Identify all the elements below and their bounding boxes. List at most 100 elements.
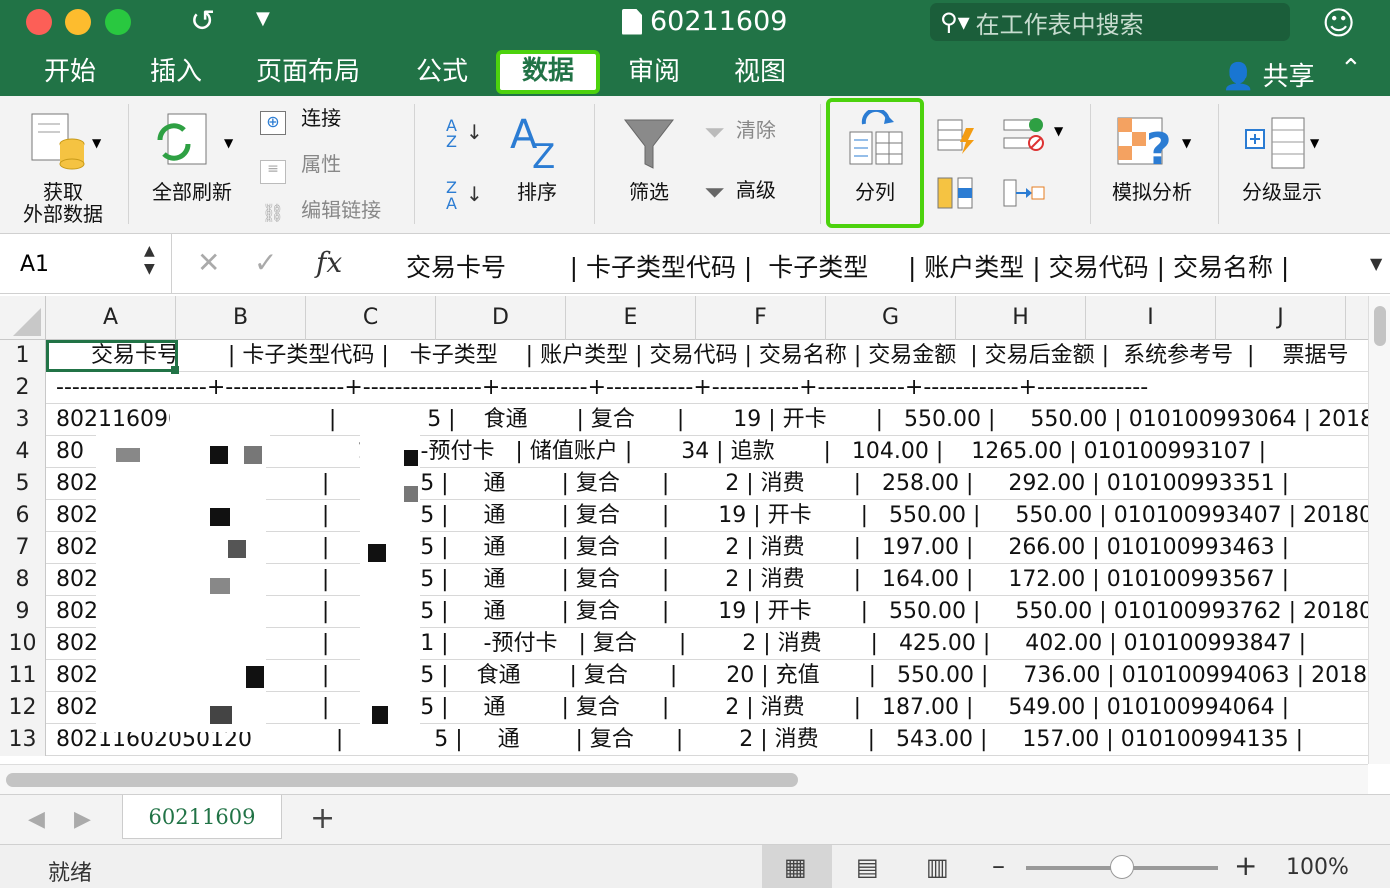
confirm-icon[interactable]: ✓ xyxy=(254,246,277,279)
connections-icon: ⊕ xyxy=(260,111,286,135)
advanced-filter-icon: ⏷ xyxy=(704,178,725,208)
document-title-text: 60211609 xyxy=(650,6,788,37)
connections-button[interactable]: ⊕ 连接 xyxy=(260,106,341,136)
properties-icon: ≡ xyxy=(260,160,286,184)
search-icon: ⚲▾ xyxy=(940,8,970,36)
search-placeholder: 在工作表中搜索 xyxy=(975,10,1144,39)
page-layout-view-icon[interactable]: ▤ xyxy=(856,853,879,881)
sheet-tab[interactable]: 60211609 xyxy=(122,795,282,839)
status-ready: 就绪 xyxy=(48,861,93,886)
edit-links-button[interactable]: ⛓ 编辑链接 xyxy=(260,198,382,228)
minimize-window-button[interactable] xyxy=(65,9,91,35)
share-label: 共享 xyxy=(1262,62,1315,92)
filter-button[interactable]: 筛选 xyxy=(614,110,684,210)
sort-button[interactable]: A Z 排序 xyxy=(502,110,572,210)
get-external-data-button[interactable]: ▼ 获取 外部数据 xyxy=(18,110,108,226)
ribbon-divider xyxy=(594,104,595,224)
undo-icon[interactable]: ↺ xyxy=(190,4,215,39)
data-validation-icon xyxy=(1003,118,1044,151)
flash-fill-button[interactable] xyxy=(936,118,976,154)
title-bar: ↺ ▼ 60211609 ⚲▾ 在工作表中搜索 ☺ xyxy=(0,0,1390,48)
cancel-icon[interactable]: ✕ xyxy=(197,246,220,279)
expand-formula-bar-icon[interactable]: ▼ xyxy=(1370,254,1382,273)
properties-button[interactable]: ≡ 属性 xyxy=(260,152,341,184)
maximize-window-button[interactable] xyxy=(105,9,131,35)
sheet-tab-bar: ◀ ▶ 60211609 + xyxy=(0,794,1390,844)
dropdown-arrow-icon: ▼ xyxy=(224,136,234,150)
share-button[interactable]: 👤 共享 xyxy=(1222,56,1315,93)
previous-sheet-icon[interactable]: ◀ xyxy=(28,807,45,832)
name-box-stepper-icon[interactable]: ▲ ▼ xyxy=(144,242,155,278)
filter-label: 筛选 xyxy=(629,180,669,204)
get-external-label-2: 外部数据 xyxy=(23,202,103,226)
clear-filter-icon: ⏷ xyxy=(704,118,725,148)
horizontal-scrollbar[interactable] xyxy=(0,764,1368,794)
refresh-all-label: 全部刷新 xyxy=(152,180,232,204)
insert-function-icon[interactable]: fx xyxy=(316,246,342,279)
name-box[interactable]: A1 ▲ ▼ xyxy=(0,234,172,294)
ribbon-divider xyxy=(414,104,415,224)
privacy-mosaic-overlay xyxy=(96,406,420,746)
dropdown-arrow-icon: ▼ xyxy=(1054,124,1064,138)
feedback-smiley-icon[interactable]: ☺ xyxy=(1322,4,1355,42)
vertical-scroll-thumb[interactable] xyxy=(1374,306,1386,346)
tab-insert[interactable]: 插入 xyxy=(150,56,202,92)
ribbon-divider xyxy=(1090,104,1091,224)
dropdown-arrow-icon: ▼ xyxy=(1182,136,1192,150)
outline-button[interactable]: ▼ 分级显示 xyxy=(1232,110,1332,210)
edit-links-icon: ⛓ xyxy=(261,203,285,224)
edit-links-label: 编辑链接 xyxy=(301,198,382,222)
formula-input[interactable]: 交易卡号 | 卡子类型代码 | 卡子类型 | 账户类型 | 交易代码 | 交易名… xyxy=(406,248,1289,284)
zoom-in-icon[interactable]: + xyxy=(1234,849,1257,882)
sort-az-icon: A Z xyxy=(510,112,555,172)
next-sheet-icon[interactable]: ▶ xyxy=(74,807,91,832)
advanced-label: 高级 xyxy=(735,178,776,202)
collapse-ribbon-icon[interactable]: ⌃ xyxy=(1340,54,1362,84)
data-validation-button[interactable]: ▼ xyxy=(1002,116,1066,152)
dropdown-arrow-icon: ▼ xyxy=(1310,136,1320,150)
clear-label: 清除 xyxy=(735,118,776,142)
text-to-columns-button[interactable]: 分列 xyxy=(826,98,924,228)
remove-duplicates-button[interactable] xyxy=(936,176,976,212)
zoom-level[interactable]: 100% xyxy=(1286,855,1349,880)
tab-home[interactable]: 开始 xyxy=(44,56,96,92)
text-to-columns-icon xyxy=(849,110,903,165)
zoom-slider-thumb[interactable] xyxy=(1110,855,1134,879)
page-break-view-icon[interactable]: ▥ xyxy=(926,853,949,881)
remove-duplicates-icon xyxy=(937,177,973,209)
refresh-all-button[interactable]: ▼ 全部刷新 xyxy=(142,110,242,210)
normal-view-button[interactable]: ▦ xyxy=(762,845,832,888)
horizontal-scroll-thumb[interactable] xyxy=(6,773,798,787)
sheet-search-input[interactable]: ⚲▾ 在工作表中搜索 xyxy=(930,3,1290,41)
sort-descending-button[interactable]: Z A ↓ xyxy=(446,180,486,220)
vertical-scrollbar[interactable] xyxy=(1368,296,1390,764)
consolidate-button[interactable] xyxy=(1002,176,1046,212)
sort-label: 排序 xyxy=(517,180,557,204)
add-sheet-icon[interactable]: + xyxy=(310,801,335,836)
zoom-out-icon[interactable]: – xyxy=(992,851,1005,881)
advanced-filter-button[interactable]: ⏷ 高级 xyxy=(704,178,776,208)
svg-text:Z: Z xyxy=(532,137,555,172)
outline-label: 分级显示 xyxy=(1242,180,1322,204)
tab-formulas[interactable]: 公式 xyxy=(416,56,468,92)
svg-text:?: ? xyxy=(1146,124,1172,174)
tab-page-layout[interactable]: 页面布局 xyxy=(256,56,360,92)
external-data-icon xyxy=(31,113,85,170)
properties-label: 属性 xyxy=(301,152,342,176)
what-if-analysis-button[interactable]: ? ▼ 模拟分析 xyxy=(1104,110,1200,210)
formula-bar: A1 ▲ ▼ ✕ ✓ fx 交易卡号 | 卡子类型代码 | 卡子类型 | 账户类型… xyxy=(0,234,1390,294)
clear-filter-button[interactable]: ⏷ 清除 xyxy=(704,118,776,148)
sort-ascending-button[interactable]: A Z ↓ xyxy=(446,118,486,158)
tab-view[interactable]: 视图 xyxy=(734,56,786,92)
dropdown-arrow-icon: ▼ xyxy=(92,136,102,150)
refresh-icon xyxy=(157,113,207,165)
spreadsheet-grid[interactable]: A B C D E F G H I J 1 交易卡号 | 卡子类型代码 | 卡子… xyxy=(0,296,1368,764)
ribbon-divider xyxy=(1218,104,1219,224)
name-box-value: A1 xyxy=(20,252,50,277)
tab-data[interactable]: 数据 xyxy=(496,50,600,94)
close-window-button[interactable] xyxy=(26,9,52,35)
document-title: 60211609 xyxy=(622,6,787,37)
quick-access-dropdown-icon[interactable]: ▼ xyxy=(256,8,270,29)
tab-review[interactable]: 审阅 xyxy=(628,56,680,92)
normal-view-icon: ▦ xyxy=(784,853,807,881)
